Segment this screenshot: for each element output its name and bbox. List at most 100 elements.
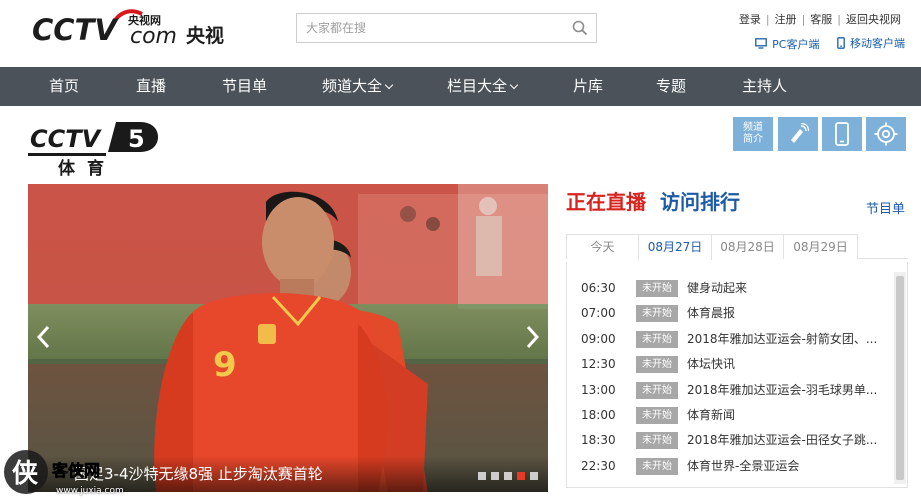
schedule-time: 07:00 (581, 306, 616, 320)
mobile-client-link[interactable]: 移动客户端 (837, 35, 905, 51)
mobile-icon (837, 37, 845, 49)
status-badge: 未开始 (636, 407, 678, 424)
channel-name-text: 体育 (58, 158, 116, 176)
watermark-url: www.juxia.com (56, 486, 124, 496)
schedule-title[interactable]: 体育世界-全景亚运会 (687, 455, 883, 477)
carousel-prev-icon[interactable] (34, 322, 54, 352)
status-badge: 未开始 (636, 331, 678, 348)
login-link[interactable]: 登录 (739, 13, 761, 26)
day-tab-0828[interactable]: 08月28日 (711, 234, 784, 259)
schedule-time: 06:30 (581, 281, 616, 295)
schedule-time: 22:30 (581, 459, 616, 473)
schedule-row: 06:30 未开始 健身动起来 (567, 277, 887, 299)
nav-item-hosts[interactable]: 主持人 (742, 67, 787, 106)
cctv-mark-text: CCTV (30, 125, 103, 153)
schedule-title[interactable]: 2018年雅加达亚运会-田径女子跳... (687, 429, 883, 451)
nav-item-columns-label: 栏目大全 (447, 77, 508, 95)
search-input[interactable] (297, 14, 567, 42)
carousel-dot-active[interactable] (517, 472, 525, 480)
tab-live-now[interactable]: 正在直播 (566, 190, 646, 214)
status-badge: 未开始 (636, 305, 678, 322)
target-button[interactable] (866, 117, 906, 151)
channel-intro-label: 频道 简介 (743, 122, 763, 145)
nav-item-library[interactable]: 片库 (573, 67, 603, 106)
schedule-title[interactable]: 体育晨报 (687, 302, 883, 324)
schedule-row: 12:30 未开始 体坛快讯 (567, 353, 887, 375)
svg-text:客侠网: 客侠网 (52, 461, 100, 480)
phone-button[interactable] (822, 117, 862, 151)
status-badge: 未开始 (636, 280, 678, 297)
logo-com-text: com (130, 24, 177, 49)
schedule-title[interactable]: 2018年雅加达亚运会-射箭女团、... (687, 328, 883, 350)
remote-icon (791, 123, 809, 143)
cctv5-logo[interactable]: CCTV 5 体育 (28, 118, 160, 179)
carousel-dot[interactable] (478, 472, 486, 480)
schedule-row: 18:30 未开始 2018年雅加达亚运会-田径女子跳... (567, 429, 887, 451)
channel-intro-button[interactable]: 频道 简介 (733, 117, 773, 151)
monitor-icon (755, 38, 768, 49)
register-link[interactable]: 注册 (775, 13, 797, 26)
schedule-title[interactable]: 健身动起来 (687, 277, 883, 299)
svg-text:侠: 侠 (12, 458, 39, 489)
channel-number-text: 5 (128, 125, 145, 153)
nav-item-schedule[interactable]: 节目单 (222, 67, 267, 106)
search-icon[interactable] (572, 20, 588, 36)
schedule-list: 06:30 未开始 健身动起来 07:00 未开始 体育晨报 09:00 未开始… (566, 262, 908, 488)
nav-item-home[interactable]: 首页 (49, 67, 79, 106)
chevron-down-icon (509, 80, 519, 90)
schedule-title[interactable]: 2018年雅加达亚运会-羽毛球男单... (687, 379, 883, 401)
remote-button[interactable] (778, 117, 818, 151)
schedule-time: 18:00 (581, 408, 616, 422)
schedule-time: 12:30 (581, 357, 616, 371)
client-links: PC客户端 移动客户端 (741, 35, 905, 52)
schedule-row: 07:00 未开始 体育晨报 (567, 302, 887, 324)
site-header: CCTV 央视网 com 央视 登录|注册|客服|返回央视网 PC客户端 移动客… (0, 0, 921, 67)
carousel-dots (473, 472, 538, 480)
service-link[interactable]: 客服 (810, 13, 832, 26)
day-tabs: 今天 08月27日 08月28日 08月29日 (566, 234, 908, 260)
scrollbar-thumb[interactable] (896, 276, 904, 480)
carousel-next-icon[interactable] (522, 322, 542, 352)
schedule-time: 09:00 (581, 332, 616, 346)
status-badge: 未开始 (636, 432, 678, 449)
day-tab-today[interactable]: 今天 (566, 234, 639, 259)
top-links: 登录 | 注册 | 客服 | 返回央视网 (738, 13, 901, 26)
schedule-row: 18:00 未开始 体育新闻 (567, 404, 887, 426)
schedule-row: 09:00 未开始 2018年雅加达亚运会-射箭女团、... (567, 328, 887, 350)
status-badge: 未开始 (636, 458, 678, 475)
jersey-number: 9 (213, 345, 237, 385)
cctv-com-logo[interactable]: CCTV 央视网 com 央视 (30, 6, 235, 50)
schedule-title[interactable]: 体坛快讯 (687, 353, 883, 375)
nav-item-channels-label: 频道大全 (322, 77, 383, 95)
pc-client-link[interactable]: PC客户端 (755, 36, 820, 52)
mobile-client-label: 移动客户端 (850, 37, 905, 50)
status-badge: 未开始 (636, 356, 678, 373)
day-tab-0827[interactable]: 08月27日 (638, 234, 712, 260)
search-box[interactable] (296, 13, 597, 43)
phone-icon (835, 122, 849, 146)
nav-item-topics[interactable]: 专题 (656, 67, 686, 106)
schedule-scrollbar[interactable] (894, 272, 906, 484)
logo-cctv-text: CCTV (32, 13, 119, 47)
program-list-link[interactable]: 节目单 (866, 198, 905, 217)
schedule-row: 22:30 未开始 体育世界-全景亚运会 (567, 455, 887, 477)
logo-cn-text: 央视 (186, 24, 224, 47)
panel-tabs: 正在直播 访问排行 (566, 186, 740, 216)
carousel-dot[interactable] (530, 472, 538, 480)
back-to-cctv-link[interactable]: 返回央视网 (846, 13, 901, 26)
nav-item-live[interactable]: 直播 (136, 67, 166, 106)
schedule-time: 18:30 (581, 433, 616, 447)
nav-item-columns[interactable]: 栏目大全 (447, 67, 519, 106)
status-badge: 未开始 (636, 382, 678, 399)
pc-client-label: PC客户端 (772, 37, 820, 51)
day-tab-0829[interactable]: 08月29日 (783, 234, 858, 259)
tab-visit-ranking[interactable]: 访问排行 (660, 190, 740, 214)
schedule-time: 13:00 (581, 383, 616, 397)
target-icon (874, 122, 898, 146)
chevron-down-icon (384, 80, 394, 90)
schedule-title[interactable]: 体育新闻 (687, 404, 883, 426)
nav-item-channels[interactable]: 频道大全 (322, 67, 394, 106)
carousel-dot[interactable] (504, 472, 512, 480)
carousel-dot[interactable] (491, 472, 499, 480)
schedule-row: 13:00 未开始 2018年雅加达亚运会-羽毛球男单... (567, 379, 887, 401)
